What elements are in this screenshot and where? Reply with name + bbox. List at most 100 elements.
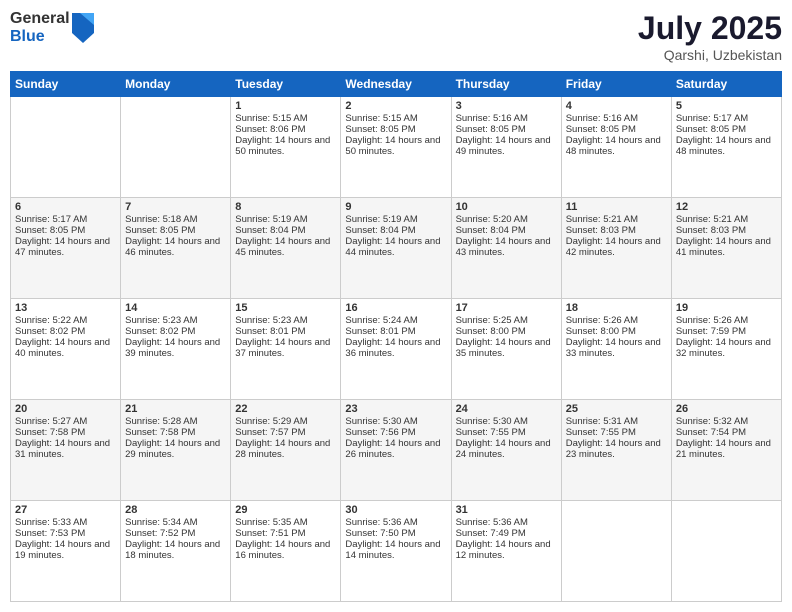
- daylight-text: Daylight: 14 hours and 42 minutes.: [566, 236, 667, 258]
- sunset-text: Sunset: 8:04 PM: [235, 225, 336, 236]
- daylight-text: Daylight: 14 hours and 48 minutes.: [566, 135, 667, 157]
- daylight-text: Daylight: 14 hours and 16 minutes.: [235, 539, 336, 561]
- day-number: 1: [235, 100, 336, 112]
- daylight-text: Daylight: 14 hours and 12 minutes.: [456, 539, 557, 561]
- daylight-text: Daylight: 14 hours and 33 minutes.: [566, 337, 667, 359]
- sunrise-text: Sunrise: 5:21 AM: [676, 214, 777, 225]
- sunrise-text: Sunrise: 5:17 AM: [15, 214, 116, 225]
- sunrise-text: Sunrise: 5:16 AM: [456, 113, 557, 124]
- sunset-text: Sunset: 7:53 PM: [15, 528, 116, 539]
- sunrise-text: Sunrise: 5:18 AM: [125, 214, 226, 225]
- day-number: 27: [15, 504, 116, 516]
- table-row: 27Sunrise: 5:33 AMSunset: 7:53 PMDayligh…: [11, 501, 121, 602]
- table-row: 21Sunrise: 5:28 AMSunset: 7:58 PMDayligh…: [121, 400, 231, 501]
- daylight-text: Daylight: 14 hours and 46 minutes.: [125, 236, 226, 258]
- sunset-text: Sunset: 8:01 PM: [235, 326, 336, 337]
- sunset-text: Sunset: 7:55 PM: [566, 427, 667, 438]
- daylight-text: Daylight: 14 hours and 39 minutes.: [125, 337, 226, 359]
- col-thursday: Thursday: [451, 72, 561, 97]
- daylight-text: Daylight: 14 hours and 49 minutes.: [456, 135, 557, 157]
- day-number: 31: [456, 504, 557, 516]
- col-wednesday: Wednesday: [341, 72, 451, 97]
- table-row: 2Sunrise: 5:15 AMSunset: 8:05 PMDaylight…: [341, 97, 451, 198]
- table-row: 24Sunrise: 5:30 AMSunset: 7:55 PMDayligh…: [451, 400, 561, 501]
- table-row: 5Sunrise: 5:17 AMSunset: 8:05 PMDaylight…: [671, 97, 781, 198]
- sunrise-text: Sunrise: 5:34 AM: [125, 517, 226, 528]
- sunset-text: Sunset: 7:52 PM: [125, 528, 226, 539]
- day-number: 25: [566, 403, 667, 415]
- daylight-text: Daylight: 14 hours and 50 minutes.: [235, 135, 336, 157]
- daylight-text: Daylight: 14 hours and 26 minutes.: [345, 438, 446, 460]
- location: Qarshi, Uzbekistan: [638, 47, 782, 63]
- day-number: 19: [676, 302, 777, 314]
- daylight-text: Daylight: 14 hours and 43 minutes.: [456, 236, 557, 258]
- day-number: 26: [676, 403, 777, 415]
- sunset-text: Sunset: 7:51 PM: [235, 528, 336, 539]
- day-number: 5: [676, 100, 777, 112]
- table-row: 8Sunrise: 5:19 AMSunset: 8:04 PMDaylight…: [231, 198, 341, 299]
- sunset-text: Sunset: 8:05 PM: [15, 225, 116, 236]
- table-row: 26Sunrise: 5:32 AMSunset: 7:54 PMDayligh…: [671, 400, 781, 501]
- col-sunday: Sunday: [11, 72, 121, 97]
- table-row: 25Sunrise: 5:31 AMSunset: 7:55 PMDayligh…: [561, 400, 671, 501]
- day-number: 9: [345, 201, 446, 213]
- sunrise-text: Sunrise: 5:26 AM: [566, 315, 667, 326]
- table-row: 19Sunrise: 5:26 AMSunset: 7:59 PMDayligh…: [671, 299, 781, 400]
- day-number: 15: [235, 302, 336, 314]
- table-row: 14Sunrise: 5:23 AMSunset: 8:02 PMDayligh…: [121, 299, 231, 400]
- sunset-text: Sunset: 7:57 PM: [235, 427, 336, 438]
- table-row: 13Sunrise: 5:22 AMSunset: 8:02 PMDayligh…: [11, 299, 121, 400]
- table-row: 9Sunrise: 5:19 AMSunset: 8:04 PMDaylight…: [341, 198, 451, 299]
- sunset-text: Sunset: 8:03 PM: [676, 225, 777, 236]
- logo-general-text: General: [10, 10, 70, 28]
- day-number: 29: [235, 504, 336, 516]
- sunset-text: Sunset: 8:02 PM: [125, 326, 226, 337]
- logo-blue-text: Blue: [10, 28, 70, 46]
- sunrise-text: Sunrise: 5:16 AM: [566, 113, 667, 124]
- sunrise-text: Sunrise: 5:23 AM: [235, 315, 336, 326]
- sunrise-text: Sunrise: 5:26 AM: [676, 315, 777, 326]
- sunrise-text: Sunrise: 5:36 AM: [456, 517, 557, 528]
- daylight-text: Daylight: 14 hours and 18 minutes.: [125, 539, 226, 561]
- day-number: 4: [566, 100, 667, 112]
- sunrise-text: Sunrise: 5:30 AM: [345, 416, 446, 427]
- daylight-text: Daylight: 14 hours and 24 minutes.: [456, 438, 557, 460]
- sunrise-text: Sunrise: 5:28 AM: [125, 416, 226, 427]
- daylight-text: Daylight: 14 hours and 50 minutes.: [345, 135, 446, 157]
- sunrise-text: Sunrise: 5:32 AM: [676, 416, 777, 427]
- daylight-text: Daylight: 14 hours and 44 minutes.: [345, 236, 446, 258]
- table-row: 12Sunrise: 5:21 AMSunset: 8:03 PMDayligh…: [671, 198, 781, 299]
- title-block: July 2025 Qarshi, Uzbekistan: [638, 10, 782, 63]
- sunrise-text: Sunrise: 5:23 AM: [125, 315, 226, 326]
- sunset-text: Sunset: 8:04 PM: [345, 225, 446, 236]
- daylight-text: Daylight: 14 hours and 19 minutes.: [15, 539, 116, 561]
- sunrise-text: Sunrise: 5:24 AM: [345, 315, 446, 326]
- day-number: 28: [125, 504, 226, 516]
- table-row: 16Sunrise: 5:24 AMSunset: 8:01 PMDayligh…: [341, 299, 451, 400]
- daylight-text: Daylight: 14 hours and 31 minutes.: [15, 438, 116, 460]
- daylight-text: Daylight: 14 hours and 36 minutes.: [345, 337, 446, 359]
- table-row: [671, 501, 781, 602]
- sunrise-text: Sunrise: 5:17 AM: [676, 113, 777, 124]
- daylight-text: Daylight: 14 hours and 41 minutes.: [676, 236, 777, 258]
- daylight-text: Daylight: 14 hours and 29 minutes.: [125, 438, 226, 460]
- table-row: 10Sunrise: 5:20 AMSunset: 8:04 PMDayligh…: [451, 198, 561, 299]
- table-row: 1Sunrise: 5:15 AMSunset: 8:06 PMDaylight…: [231, 97, 341, 198]
- calendar-header-row: Sunday Monday Tuesday Wednesday Thursday…: [11, 72, 782, 97]
- table-row: 15Sunrise: 5:23 AMSunset: 8:01 PMDayligh…: [231, 299, 341, 400]
- sunrise-text: Sunrise: 5:31 AM: [566, 416, 667, 427]
- day-number: 12: [676, 201, 777, 213]
- sunset-text: Sunset: 8:03 PM: [566, 225, 667, 236]
- sunset-text: Sunset: 8:00 PM: [456, 326, 557, 337]
- sunset-text: Sunset: 8:06 PM: [235, 124, 336, 135]
- sunset-text: Sunset: 8:05 PM: [125, 225, 226, 236]
- sunset-text: Sunset: 7:59 PM: [676, 326, 777, 337]
- sunset-text: Sunset: 7:49 PM: [456, 528, 557, 539]
- daylight-text: Daylight: 14 hours and 14 minutes.: [345, 539, 446, 561]
- table-row: 3Sunrise: 5:16 AMSunset: 8:05 PMDaylight…: [451, 97, 561, 198]
- day-number: 10: [456, 201, 557, 213]
- day-number: 18: [566, 302, 667, 314]
- col-tuesday: Tuesday: [231, 72, 341, 97]
- daylight-text: Daylight: 14 hours and 28 minutes.: [235, 438, 336, 460]
- sunset-text: Sunset: 8:00 PM: [566, 326, 667, 337]
